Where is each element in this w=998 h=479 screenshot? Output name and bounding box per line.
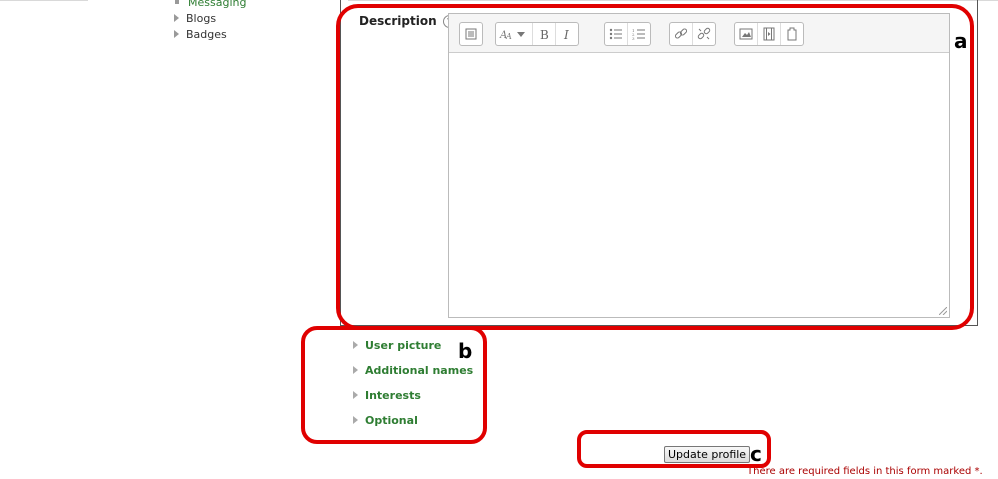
sidebar-nav: Messaging Blogs Badges [174, 0, 246, 43]
annotation-label-a: a [954, 29, 968, 53]
sidebar-item-label: Messaging [188, 0, 247, 9]
annotation-box-a [336, 4, 974, 330]
sidebar-item-label: Badges [186, 28, 227, 41]
bullet-icon [175, 0, 179, 4]
expand-arrow-icon [174, 30, 179, 38]
sidebar-item-label: Blogs [186, 12, 217, 25]
required-fields-note: There are required fields in this form m… [747, 466, 983, 477]
annotation-box-c [577, 430, 771, 468]
annotation-label-c: c [750, 442, 762, 466]
annotation-label-b: b [458, 339, 473, 363]
sidebar-item-badges[interactable]: Badges [174, 27, 246, 43]
sidebar-item-blogs[interactable]: Blogs [174, 11, 246, 27]
required-marker: *. [974, 466, 983, 477]
sidebar-item-messaging[interactable]: Messaging [174, 0, 246, 11]
expand-arrow-icon [174, 14, 179, 22]
